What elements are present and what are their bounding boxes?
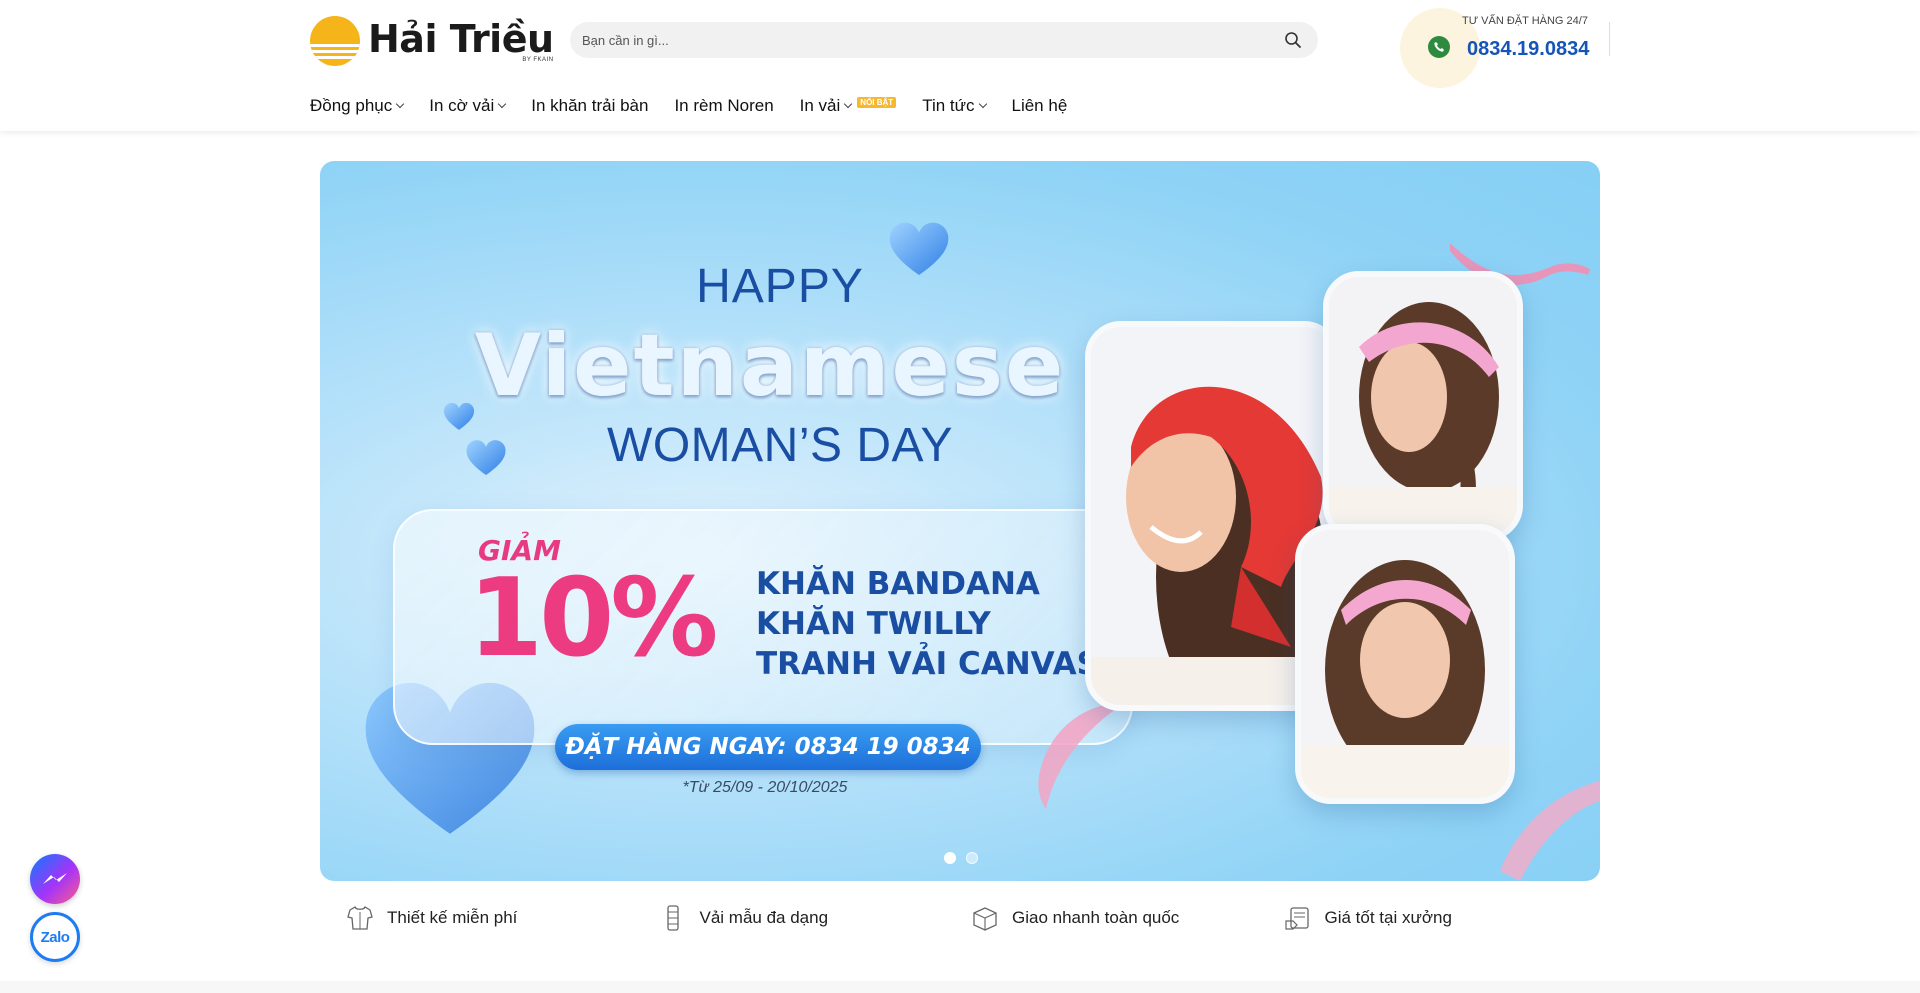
feature-item: Giao nhanh toàn quốc [970, 900, 1283, 936]
banner-vietnamese-text: Vietnamese [474, 316, 1066, 416]
zalo-button[interactable]: Zalo [30, 912, 80, 962]
nav-item-label: Đồng phục [310, 96, 393, 115]
search-bar [570, 22, 1318, 58]
feature-item: Thiết kế miễn phí [345, 900, 658, 936]
hotline-caption: TƯ VẤN ĐẶT HÀNG 24/7 [1462, 15, 1588, 27]
feature-item: Vải mẫu đa dạng [658, 900, 971, 936]
banner-womans-day-text: WOMAN’S DAY [607, 419, 953, 472]
header-divider [1609, 22, 1610, 56]
hero-banner[interactable]: HAPPY Vietnamese WOMAN’S DAY GIẢM 10% KH… [320, 161, 1600, 881]
feature-list: Thiết kế miễn phí Vải mẫu đa dạng Giao n… [345, 900, 1595, 936]
nav-item-label: Tin tức [922, 96, 975, 115]
brand-sub: BY FKAIN [522, 57, 554, 63]
promo-product-list: KHĂN BANDANA KHĂN TWILLY TRANH VẢI CANVA… [756, 564, 1099, 684]
nav-item-label: In vải [799, 96, 841, 115]
delivery-box-icon [973, 907, 997, 931]
search-input[interactable] [582, 32, 1284, 48]
site-header: Hải Triều BY FKAIN TƯ VẤN ĐẶT HÀNG 24/7 … [0, 0, 1920, 131]
nav-item-dong-phuc[interactable]: Đồng phục [310, 96, 405, 116]
price-tag-icon [1284, 907, 1309, 930]
fabric-roll-icon [666, 905, 679, 931]
nav-item-label: In khăn trải bàn [531, 96, 649, 115]
nav-item-label: In cờ vải [429, 96, 495, 115]
nav-item-in-co-vai[interactable]: In cờ vải [429, 96, 507, 116]
shirt-icon [347, 906, 373, 930]
promo-date: *Từ 25/09 - 20/10/2025 [682, 779, 848, 796]
brand-logo[interactable]: Hải Triều BY FKAIN [310, 16, 554, 66]
chevron-down-icon [395, 99, 405, 109]
brand-name: Hải Triều [368, 17, 554, 61]
messenger-icon [43, 873, 67, 884]
chevron-down-icon [844, 99, 853, 109]
nav-item-in-rem-noren[interactable]: In rèm Noren [674, 96, 773, 116]
sun-logo-icon [310, 16, 360, 66]
promo-product: TRANH VẢI CANVAS [756, 646, 1099, 682]
messenger-button[interactable] [30, 854, 80, 904]
model-photo-pink-headband-side [1323, 271, 1523, 541]
ribbon-decoration [1038, 703, 1116, 809]
chevron-down-icon [978, 99, 987, 109]
discount-value: 10% [468, 556, 719, 681]
promo-product: KHĂN TWILLY [756, 606, 991, 642]
section-divider [0, 981, 1920, 993]
nav-item-in-khan-trai-ban[interactable]: In khăn trải bàn [531, 96, 648, 116]
nav-item-label: In rèm Noren [674, 96, 774, 115]
slider-dot-2[interactable] [966, 852, 978, 864]
hotline[interactable]: TƯ VẤN ĐẶT HÀNG 24/7 0834.19.0834 [1400, 6, 1610, 90]
phone-icon [1428, 36, 1450, 58]
feature-item: Giá tốt tại xưởng [1283, 900, 1596, 936]
slider-dot-1[interactable] [944, 852, 956, 864]
nav-item-lien-he[interactable]: Liên hệ [1012, 96, 1068, 116]
nav-item-in-vai[interactable]: In vải NỔI BẬT [800, 96, 897, 116]
featured-badge: NỔI BẬT [857, 96, 897, 108]
banner-happy-text: HAPPY [696, 260, 864, 313]
nav-item-tin-tuc[interactable]: Tin tức [922, 96, 987, 116]
promo-product: KHĂN BANDANA [756, 566, 1040, 602]
feature-label: Thiết kế miễn phí [387, 908, 518, 927]
slider-dots [944, 852, 988, 864]
order-now-button[interactable]: ĐẶT HÀNG NGAY: 0834 19 0834 [555, 724, 981, 770]
zalo-label: Zalo [40, 928, 70, 946]
search-icon[interactable] [1284, 31, 1302, 49]
feature-label: Giao nhanh toàn quốc [1012, 908, 1180, 927]
model-photo-pink-headband-front [1295, 524, 1515, 804]
nav-item-label: Liên hệ [1011, 96, 1068, 115]
main-nav: Đồng phục In cờ vải In khăn trải bàn In … [310, 94, 1093, 118]
hotline-number[interactable]: 0834.19.0834 [1467, 38, 1589, 61]
chevron-down-icon [498, 99, 507, 109]
feature-label: Vải mẫu đa dạng [699, 908, 829, 927]
feature-label: Giá tốt tại xưởng [1324, 908, 1452, 927]
